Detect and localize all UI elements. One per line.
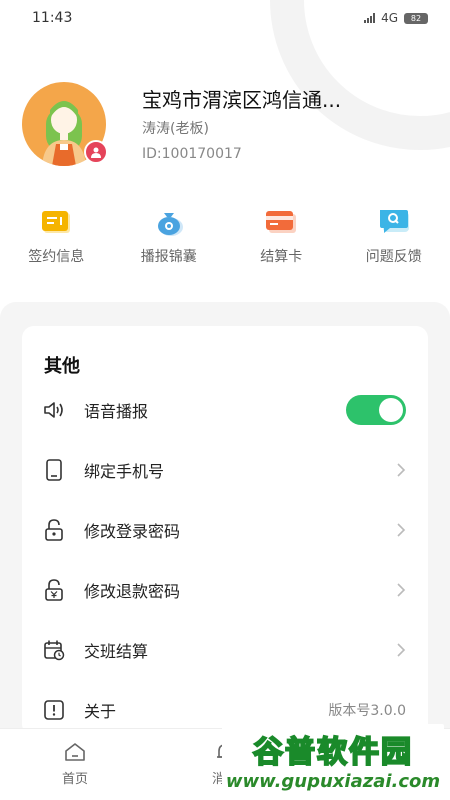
lock-icon: [42, 518, 66, 542]
status-bar: 11:43 4G 82: [0, 0, 450, 36]
shop-name: 宝鸡市渭滨区鸿信通...: [142, 88, 342, 112]
voice-broadcast-toggle[interactable]: [346, 395, 406, 425]
quick-action-label: 问题反馈: [365, 249, 422, 265]
chevron-right-icon: [397, 523, 406, 537]
shop-id: ID:100170017: [142, 146, 242, 162]
quick-actions: 签约信息 播报锦囊 结算卡 问题反馈: [0, 206, 450, 272]
quick-action-label: 签约信息: [28, 249, 85, 265]
settings-row-label: 修改退款密码: [84, 582, 181, 601]
quick-action-contract[interactable]: 签约信息: [0, 206, 113, 272]
watermark-title: 谷普软件园: [252, 734, 413, 771]
settings-row-label: 修改登录密码: [84, 522, 181, 541]
settings-row-label: 交班结算: [84, 642, 149, 661]
battery-icon: 82: [404, 12, 428, 24]
settings-row-shift-settlement[interactable]: 交班结算: [22, 620, 428, 680]
quick-action-settlement-card[interactable]: 结算卡: [225, 206, 338, 272]
settings-row-label: 语音播报: [84, 402, 149, 421]
settings-card: 其他 语音播报 绑定手机号 修改登录密码 修改退款密码 交班结算 关于 版本号3…: [22, 326, 428, 736]
settings-row-login-password[interactable]: 修改登录密码: [22, 500, 428, 560]
app-version: 版本号3.0.0: [328, 703, 406, 719]
watermark-url: www.gupuxiazai.com: [225, 770, 441, 792]
role-badge-icon: [84, 140, 108, 164]
quick-action-label: 结算卡: [260, 249, 303, 265]
profile-header: 11:43 4G 82 宝鸡市渭滨区鸿信通... 涛涛(老板) ID:10017…: [0, 0, 450, 320]
watermark: 谷普软件园 www.gupuxiazai.com: [222, 724, 444, 794]
speaker-icon: [42, 398, 66, 422]
home-icon: [65, 743, 85, 761]
toggle-knob: [379, 398, 403, 422]
owner-name: 涛涛(老板): [142, 121, 209, 137]
chevron-right-icon: [397, 463, 406, 477]
card-icon: [263, 206, 299, 238]
calendar-icon: [42, 638, 66, 662]
network-type: 4G: [381, 11, 398, 25]
quick-action-label: 播报锦囊: [140, 249, 197, 265]
yuan-lock-icon: [42, 578, 66, 602]
settings-section-title: 其他: [44, 356, 80, 377]
tab-home[interactable]: 首页: [0, 729, 150, 800]
phone-icon: [42, 458, 66, 482]
contract-icon: [38, 206, 74, 238]
status-time: 11:43: [32, 10, 73, 26]
chevron-right-icon: [397, 583, 406, 597]
tab-label: 首页: [61, 772, 88, 787]
chevron-right-icon: [397, 643, 406, 657]
signal-icon: [364, 13, 376, 23]
quick-action-feedback[interactable]: 问题反馈: [338, 206, 450, 272]
settings-row-voice-broadcast: 语音播报: [22, 380, 428, 440]
feedback-icon: [376, 206, 412, 238]
settings-row-bind-phone[interactable]: 绑定手机号: [22, 440, 428, 500]
settings-row-label: 关于: [84, 702, 117, 721]
money-bag-icon: [151, 206, 187, 238]
settings-row-label: 绑定手机号: [84, 462, 165, 481]
info-icon: [42, 698, 66, 722]
quick-action-broadcast-tips[interactable]: 播报锦囊: [113, 206, 226, 272]
settings-row-refund-password[interactable]: 修改退款密码: [22, 560, 428, 620]
